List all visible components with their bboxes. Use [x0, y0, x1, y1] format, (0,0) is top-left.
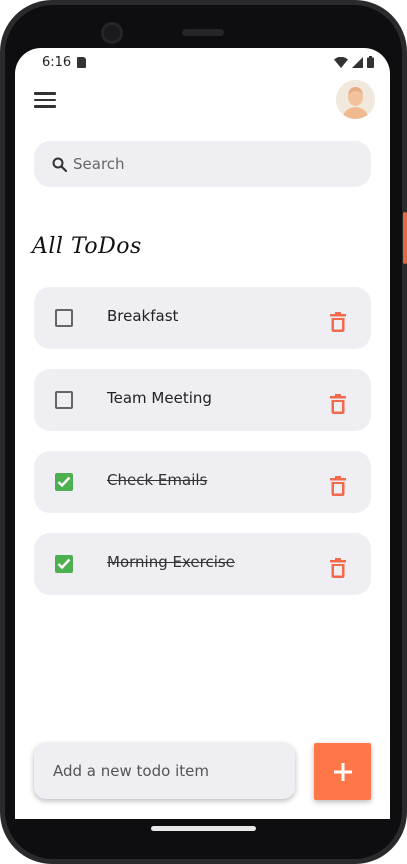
- cellular-icon: [352, 56, 363, 68]
- todo-checkbox[interactable]: [55, 555, 73, 573]
- menu-icon[interactable]: [34, 92, 56, 108]
- todo-text: Breakfast: [107, 307, 179, 325]
- device-frame: 6:16 Search All ToDos Breakfast Team Mee…: [0, 0, 407, 864]
- battery-icon: [367, 56, 374, 68]
- todo-text: Check Emails: [107, 471, 208, 489]
- todo-item[interactable]: Check Emails: [34, 451, 371, 513]
- trash-icon: [330, 394, 346, 414]
- check-icon: [57, 476, 71, 488]
- todo-text: Morning Exercise: [107, 553, 235, 571]
- search-input[interactable]: [73, 155, 353, 173]
- delete-button[interactable]: [328, 557, 348, 579]
- todo-list: Breakfast Team Meeting Check Emails Morn…: [34, 287, 371, 615]
- delete-button[interactable]: [328, 475, 348, 497]
- trash-icon: [330, 558, 346, 578]
- todo-item[interactable]: Morning Exercise: [34, 533, 371, 595]
- wifi-icon: [334, 56, 348, 68]
- add-todo-button[interactable]: [314, 743, 371, 800]
- trash-icon: [330, 312, 346, 332]
- trash-icon: [330, 476, 346, 496]
- avatar[interactable]: [336, 80, 375, 119]
- sd-card-icon: [77, 56, 87, 68]
- todo-checkbox[interactable]: [55, 473, 73, 491]
- power-button: [403, 212, 407, 264]
- check-icon: [57, 558, 71, 570]
- app-screen: 6:16 Search All ToDos Breakfast Team Mee…: [15, 48, 390, 819]
- app-header: [15, 78, 390, 126]
- search-icon: [52, 157, 67, 172]
- status-time: 6:16: [42, 54, 72, 70]
- todo-checkbox[interactable]: [55, 309, 73, 327]
- todo-checkbox[interactable]: [55, 391, 73, 409]
- section-title: All ToDos: [32, 234, 142, 259]
- plus-icon: [333, 762, 352, 781]
- avatar-icon: [336, 80, 375, 119]
- add-todo-input[interactable]: [53, 762, 273, 780]
- todo-item[interactable]: Breakfast: [34, 287, 371, 349]
- delete-button[interactable]: [328, 393, 348, 415]
- status-bar: 6:16: [15, 48, 390, 76]
- add-todo-bar: [34, 743, 295, 799]
- delete-button[interactable]: [328, 311, 348, 333]
- speaker: [182, 29, 224, 36]
- todo-item[interactable]: Team Meeting: [34, 369, 371, 431]
- home-gesture-bar[interactable]: [151, 826, 256, 831]
- camera: [101, 22, 123, 44]
- todo-text: Team Meeting: [107, 389, 212, 407]
- search-bar: [34, 141, 371, 187]
